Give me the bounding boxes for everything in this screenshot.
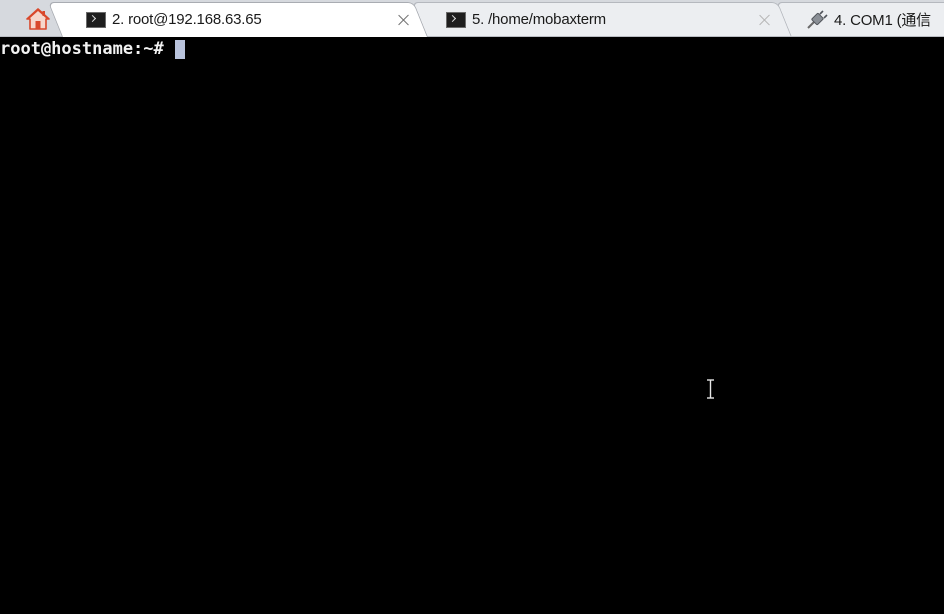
serial-plug-icon <box>807 9 828 29</box>
tab-local-shell[interactable]: 5. /home/mobaxterm <box>411 2 792 37</box>
home-icon <box>26 8 50 30</box>
tab-local-label: 5. /home/mobaxterm <box>472 11 606 28</box>
tab-serial-com1[interactable]: 4. COM1 (通信 <box>775 2 944 37</box>
close-icon[interactable] <box>758 13 772 27</box>
terminal-prompt: root@hostname:~# <box>0 39 174 59</box>
terminal-icon <box>86 11 106 28</box>
tab-ssh-label: 2. root@192.168.63.65 <box>112 11 262 28</box>
terminal-prompt-line: root@hostname:~# <box>0 38 185 60</box>
mobaxterm-window: 4. COM1 (通信 5. /home/mobaxterm 2. root@1… <box>0 0 944 614</box>
tab-serial-label: 4. COM1 (通信 <box>834 12 931 29</box>
tab-bar: 4. COM1 (通信 5. /home/mobaxterm 2. root@1… <box>0 0 944 37</box>
terminal-cursor <box>175 39 185 59</box>
tab-ssh-session[interactable]: 2. root@192.168.63.65 <box>47 2 429 37</box>
close-icon[interactable] <box>397 13 411 27</box>
terminal-icon <box>446 11 466 28</box>
text-cursor-icon <box>707 379 714 399</box>
terminal-area[interactable]: root@hostname:~# <box>0 37 944 614</box>
